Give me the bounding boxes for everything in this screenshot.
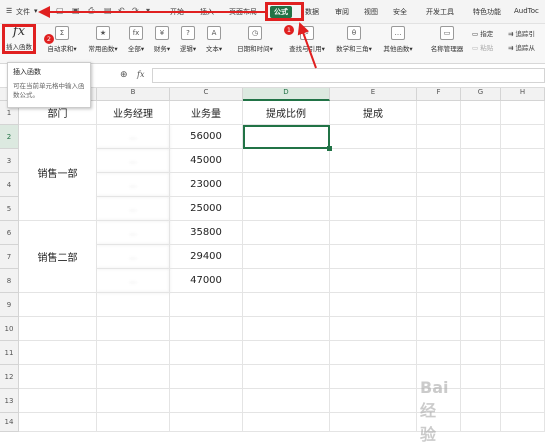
annotation-arrows (38, 6, 317, 69)
arrow-to-formulas-tab (297, 22, 317, 69)
